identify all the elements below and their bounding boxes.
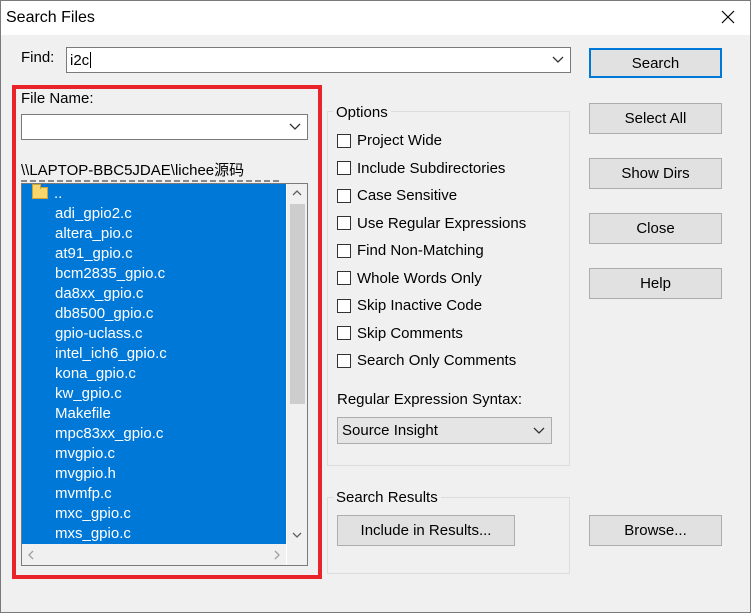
list-item[interactable]: adi_gpio2.c: [22, 204, 286, 224]
list-item[interactable]: intel_ich6_gpio.c: [22, 344, 286, 364]
checkbox-box[interactable]: [337, 133, 351, 148]
scroll-right-icon[interactable]: [268, 544, 286, 565]
list-item[interactable]: mxc_gpio.c: [22, 504, 286, 524]
folder-icon: [32, 184, 48, 199]
show-dirs-button[interactable]: Show Dirs: [589, 158, 722, 189]
scroll-up-icon[interactable]: [287, 184, 307, 202]
close-button[interactable]: Close: [589, 213, 722, 244]
list-item[interactable]: kona_gpio.c: [22, 364, 286, 384]
file-name-label: File Name:: [21, 90, 94, 107]
chevron-down-icon[interactable]: [289, 123, 301, 131]
search-button[interactable]: Search: [589, 48, 722, 78]
vertical-scrollbar[interactable]: [287, 184, 307, 544]
find-label: Find:: [21, 49, 55, 66]
list-item[interactable]: altera_pio.c: [22, 224, 286, 244]
option-label: Project Wide: [357, 132, 443, 149]
checkbox-box[interactable]: [337, 271, 351, 285]
option-checkbox[interactable]: Find Non-Matching: [337, 242, 484, 259]
option-label: Use Regular Expressions: [357, 214, 527, 232]
list-item[interactable]: mvmfp.c: [22, 484, 286, 504]
list-item-parent-dir[interactable]: ..: [22, 184, 286, 204]
option-label: Search Only Comments: [357, 352, 517, 369]
option-checkbox[interactable]: Project Wide: [337, 132, 442, 149]
list-item[interactable]: bcm2835_gpio.c: [22, 264, 286, 284]
option-checkbox[interactable]: Search Only Comments: [337, 352, 516, 369]
search-files-dialog: Search Files Find: i2c File Name: \\LAPT…: [0, 0, 751, 613]
list-item[interactable]: Makefile: [22, 404, 286, 424]
scroll-down-icon[interactable]: [287, 526, 307, 544]
list-item[interactable]: db8500_gpio.c: [22, 304, 286, 324]
option-label: Include Subdirectories: [357, 159, 506, 177]
window-title: Search Files: [6, 9, 95, 26]
scroll-left-icon[interactable]: [22, 544, 40, 565]
search-results-title: Search Results: [333, 489, 441, 506]
find-input[interactable]: i2c: [70, 52, 92, 69]
checkbox-box[interactable]: [337, 326, 351, 340]
list-item[interactable]: gpio-uclass.c: [22, 324, 286, 344]
option-checkbox[interactable]: Case Sensitive: [337, 187, 457, 204]
close-icon[interactable]: [716, 5, 740, 29]
select-all-button[interactable]: Select All: [589, 103, 722, 134]
list-item[interactable]: mpc83xx_gpio.c: [22, 424, 286, 444]
checkbox-box[interactable]: [337, 298, 351, 313]
include-in-results-button[interactable]: Include in Results...: [337, 515, 515, 546]
option-checkbox[interactable]: Skip Inactive Code: [337, 297, 482, 314]
horizontal-scrollbar[interactable]: [22, 544, 286, 565]
option-checkbox[interactable]: Use Regular Expressions: [337, 215, 526, 232]
scroll-thumb[interactable]: [290, 204, 305, 404]
list-item[interactable]: mxs_gpio.c: [22, 524, 286, 544]
checkbox-box[interactable]: [337, 353, 351, 368]
option-checkbox[interactable]: Whole Words Only: [337, 270, 482, 287]
regex-syntax-select[interactable]: Source Insight: [337, 417, 552, 444]
scroll-corner: [287, 544, 307, 565]
option-label: Whole Words Only: [357, 269, 482, 287]
option-label: Skip Comments: [357, 324, 463, 342]
list-item[interactable]: da8xx_gpio.c: [22, 284, 286, 304]
checkbox-box[interactable]: [337, 161, 351, 175]
file-list-items[interactable]: .. adi_gpio2.c altera_pio.c at91_gpio.c bcm…: [22, 184, 286, 544]
regex-syntax-value: Source Insight: [342, 422, 438, 439]
list-item[interactable]: mvgpio.c: [22, 444, 286, 464]
title-bar: Search Files: [1, 1, 750, 35]
help-button[interactable]: Help: [589, 268, 722, 299]
checkbox-box[interactable]: [337, 188, 351, 203]
option-checkbox[interactable]: Skip Comments: [337, 325, 463, 342]
regex-syntax-label: Regular Expression Syntax:: [337, 391, 523, 408]
options-title: Options: [333, 104, 391, 121]
list-item[interactable]: mvgpio.h: [22, 464, 286, 484]
option-label: Find Non-Matching: [357, 242, 484, 259]
chevron-down-icon[interactable]: [533, 427, 545, 435]
option-label: Skip Inactive Code: [357, 297, 483, 314]
list-item[interactable]: at91_gpio.c: [22, 244, 286, 264]
browse-button[interactable]: Browse...: [589, 515, 722, 546]
file-name-combobox[interactable]: [21, 114, 308, 140]
checkbox-box[interactable]: [337, 216, 351, 230]
list-item[interactable]: kw_gpio.c: [22, 384, 286, 404]
checkbox-box[interactable]: [337, 243, 351, 258]
find-combobox[interactable]: i2c: [66, 47, 571, 73]
option-checkbox[interactable]: Include Subdirectories: [337, 160, 505, 177]
option-label: Case Sensitive: [357, 187, 458, 204]
chevron-down-icon[interactable]: [552, 56, 564, 64]
file-list[interactable]: .. adi_gpio2.c altera_pio.c at91_gpio.c bcm…: [21, 183, 308, 566]
